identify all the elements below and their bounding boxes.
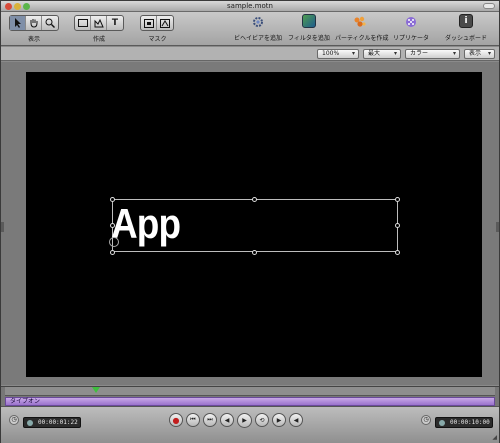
- particle-icon: [353, 14, 367, 28]
- timecode-toggle-icon[interactable]: ◷: [9, 415, 19, 425]
- canvas-options-bar: 100% ▾ 最大 ▾ カラー ▾ 表示 ▾: [1, 47, 499, 61]
- rectangle-icon[interactable]: [75, 16, 91, 30]
- playhead-icon[interactable]: [92, 387, 100, 393]
- track-label: タイプオン: [10, 398, 41, 405]
- chevron-down-icon: ▾: [351, 50, 355, 57]
- current-time-value: 00:00:01:22: [38, 419, 78, 426]
- window-resize-icon[interactable]: ◢: [492, 434, 497, 441]
- add-behavior-label: ビヘイビアを追加: [233, 35, 282, 42]
- playback-buttons: ● ⏮ ⏭ ◀ ▶ ⟲ ▶ ◀: [169, 413, 303, 428]
- mask-bezier-icon[interactable]: [157, 16, 173, 30]
- dashboard-button[interactable]: i ダッシュボード: [441, 14, 491, 42]
- dashboard-label: ダッシュボード: [444, 35, 487, 42]
- zoom-level-popup[interactable]: 100% ▾: [317, 49, 359, 59]
- toolbar: 表示 T 作成 マスク ビヘイビアを追加 フィルタを追加 パーティクルを作成 リ…: [1, 12, 499, 46]
- resize-handle[interactable]: [252, 197, 257, 202]
- step-back-button[interactable]: ◀: [220, 413, 234, 427]
- view-value: 表示: [469, 50, 482, 57]
- replicator-button[interactable]: リプリケータ: [386, 14, 436, 42]
- audio-button[interactable]: ◀: [289, 413, 303, 427]
- go-to-start-button[interactable]: ⏮: [186, 413, 200, 427]
- step-forward-button[interactable]: ▶: [272, 413, 286, 427]
- resize-handle[interactable]: [395, 197, 400, 202]
- render-quality-value: 最大: [368, 50, 381, 57]
- make-particles-label: パーティクルを作成: [335, 35, 389, 42]
- loop-button[interactable]: ⟲: [255, 413, 269, 427]
- canvas-area: App: [1, 62, 499, 385]
- right-drawer-handle[interactable]: [496, 222, 499, 232]
- mask-tools-group: [140, 15, 174, 31]
- canvas-text-layer[interactable]: App: [111, 202, 181, 246]
- main-window: sample.motn 表示 T 作成 マスク ビヘイビアを追加 フィルタを追加…: [0, 0, 500, 443]
- chevron-down-icon: ▾: [452, 50, 456, 57]
- chevron-down-icon: ▾: [487, 50, 491, 57]
- bezier-icon[interactable]: [91, 16, 107, 30]
- mask-group-label: マスク: [148, 36, 167, 43]
- record-button[interactable]: ●: [169, 413, 183, 427]
- add-behavior-button[interactable]: ビヘイビアを追加: [233, 14, 283, 42]
- clock-icon: [439, 420, 445, 426]
- resize-handle[interactable]: [395, 223, 400, 228]
- filter-icon: [302, 14, 316, 28]
- render-quality-popup[interactable]: 最大 ▾: [363, 49, 401, 59]
- transport-controls: ◷ 00:00:01:22 ● ⏮ ⏭ ◀ ▶ ⟲ ▶ ◀ ◷ 00:00:10…: [1, 406, 499, 443]
- view-popup[interactable]: 表示 ▾: [464, 49, 495, 59]
- duration-display[interactable]: 00:00:10:00: [435, 417, 493, 428]
- resize-handle[interactable]: [110, 197, 115, 202]
- go-to-end-button[interactable]: ⏭: [203, 413, 217, 427]
- timeline-track-bar[interactable]: タイプオン: [5, 397, 495, 406]
- channel-popup[interactable]: カラー ▾: [405, 49, 460, 59]
- zoom-icon[interactable]: [42, 16, 58, 30]
- add-filter-button[interactable]: フィルタを追加: [284, 14, 334, 42]
- timeline-ruler[interactable]: [5, 387, 495, 396]
- create-group-label: 作成: [92, 36, 105, 43]
- resize-handle[interactable]: [110, 223, 115, 228]
- view-group-label: 表示: [27, 36, 40, 43]
- duration-value: 00:00:10:00: [450, 419, 490, 426]
- play-button[interactable]: ▶: [237, 413, 252, 428]
- anchor-point-icon[interactable]: [109, 237, 119, 247]
- make-particles-button[interactable]: パーティクルを作成: [335, 14, 389, 42]
- current-time-display[interactable]: 00:00:01:22: [23, 417, 81, 428]
- title-bar: sample.motn: [1, 1, 499, 12]
- text-icon[interactable]: T: [107, 16, 123, 30]
- mini-timeline: タイプオン: [1, 386, 499, 406]
- hand-icon[interactable]: [26, 16, 42, 30]
- toolbar-toggle-icon[interactable]: [483, 3, 495, 9]
- clock-icon: [27, 420, 33, 426]
- resize-handle[interactable]: [395, 250, 400, 255]
- chevron-down-icon: ▾: [393, 50, 397, 57]
- left-drawer-handle[interactable]: [1, 222, 4, 232]
- create-tools-group: T: [74, 15, 124, 31]
- channel-value: カラー: [410, 50, 429, 57]
- window-title: sample.motn: [227, 2, 273, 10]
- dashboard-icon: i: [459, 14, 473, 28]
- duration-toggle-icon[interactable]: ◷: [421, 415, 431, 425]
- resize-handle[interactable]: [110, 250, 115, 255]
- add-filter-label: フィルタを追加: [288, 35, 330, 42]
- behavior-gear-icon: [251, 14, 265, 28]
- replicator-label: リプリケータ: [392, 35, 429, 42]
- mask-rectangle-icon[interactable]: [141, 16, 157, 30]
- resize-handle[interactable]: [252, 250, 257, 255]
- zoom-level-value: 100%: [322, 50, 340, 57]
- view-tools-group: [9, 15, 59, 31]
- replicator-icon: [404, 14, 418, 28]
- canvas[interactable]: App: [26, 72, 482, 377]
- selector-arrow-icon[interactable]: [10, 16, 26, 30]
